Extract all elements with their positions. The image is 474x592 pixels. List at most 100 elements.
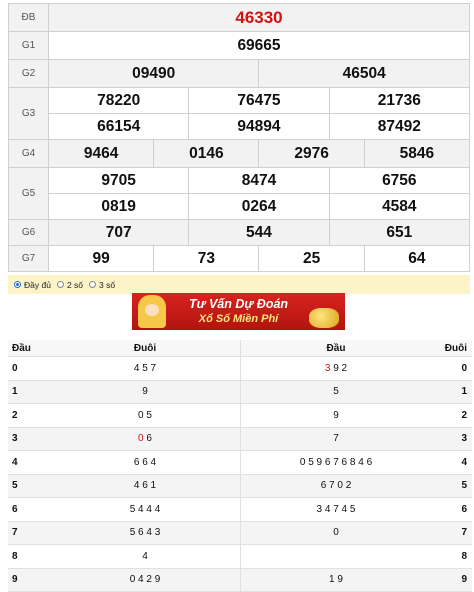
header-duoi-2: Đuôi — [431, 340, 472, 357]
option-two-label: 2 số — [66, 279, 84, 290]
tail-digit: 1 — [431, 380, 472, 404]
head-digits: 0 — [240, 521, 431, 545]
head-digit: 6 — [8, 497, 50, 522]
tail-digits: 6 6 4 — [50, 450, 241, 475]
head-digits: 5 — [240, 380, 431, 404]
prize-number: 87492 — [328, 113, 471, 140]
results-table: ĐB 46330 G1 69665 G2 09490 46504 G3 7822… — [8, 3, 471, 272]
prize-row-g5: G5 9705 8474 6756 — [8, 167, 471, 220]
option-two-digits[interactable]: 2 số — [56, 279, 84, 290]
prize-number: 21736 — [328, 87, 471, 114]
lotto-head-tail-table: Đầu Đuôi Đầu Đuôi 0 4 5 7 3 9 2 0 1 9 5 … — [8, 340, 472, 592]
option-full[interactable]: Đầy đủ — [14, 280, 51, 290]
head-digits: 3 4 7 4 5 — [240, 497, 431, 522]
head-digit: 9 — [8, 568, 50, 592]
option-three-digits[interactable]: 3 số — [89, 280, 115, 290]
tail-digit: 9 — [431, 568, 472, 592]
radio-icon[interactable] — [89, 281, 97, 288]
radio-icon[interactable] — [56, 281, 64, 288]
prize-row-g3: G3 78220 76475 21736 — [8, 87, 471, 140]
head-digit: 4 — [8, 450, 50, 475]
prize-number: 9464 — [47, 139, 155, 168]
prize-number: 544 — [188, 219, 330, 246]
prize-row-g5b: 0819 0264 4584 — [9, 193, 471, 220]
head-digits — [240, 544, 431, 569]
tail-digit: 5 — [431, 474, 472, 498]
tail-digit: 3 — [431, 427, 472, 451]
display-options-bar: Đầy đủ 2 số 3 số — [8, 275, 470, 294]
tail-digits: 4 5 7 — [50, 356, 241, 381]
head-digit: 0 — [8, 356, 50, 381]
prize-number: 99 — [47, 245, 155, 272]
prize-number: 0819 — [47, 193, 190, 220]
tail-digits: 0 4 2 9 — [50, 568, 241, 592]
prediction-banner[interactable]: Tư Vấn Dự Đoán Xổ Số Miền Phí — [132, 293, 345, 330]
tail-digits: 0 6 — [50, 427, 241, 451]
prize-number: 651 — [328, 219, 471, 246]
tail-digit: 0 — [431, 356, 472, 381]
prize-number: 5846 — [363, 139, 471, 168]
option-full-label: Đầy đủ — [24, 279, 51, 290]
prize-number: 9705 — [47, 167, 190, 194]
prize-number: 73 — [153, 245, 260, 272]
prize-label: G6 — [8, 219, 49, 246]
prize-label: G2 — [8, 59, 49, 88]
prize-number: 66154 — [47, 113, 190, 140]
header-dau-2: Đầu — [240, 340, 431, 357]
head-digit: 8 — [8, 544, 50, 569]
prize-label: G1 — [8, 31, 49, 60]
prize-label: G3 — [8, 87, 49, 140]
prize-row-g7: G7 99 73 25 64 — [8, 245, 471, 272]
lotto-row: 3 0 6 7 3 — [8, 427, 472, 451]
head-digit: 1 — [8, 380, 50, 404]
head-digits: 0 5 9 6 7 6 8 4 6 — [240, 450, 431, 475]
prize-number: 94894 — [188, 113, 330, 140]
prize-row-db: ĐB 46330 — [8, 3, 470, 32]
tail-digits: 0 5 — [50, 403, 241, 428]
tail-digits: 4 6 1 — [50, 474, 241, 498]
header-dau: Đầu — [8, 340, 50, 357]
head-digits: 9 — [240, 403, 431, 428]
head-digit: 7 — [8, 521, 50, 545]
banner-subtitle: Xổ Số Miền Phí — [198, 313, 279, 325]
prize-number: 46504 — [258, 59, 470, 88]
lotto-row: 6 5 4 4 4 3 4 7 4 5 6 — [8, 497, 472, 522]
lotto-row: 4 6 6 4 0 5 9 6 7 6 8 4 6 4 — [8, 450, 472, 475]
banner-title: Tư Vấn Dự Đoán — [188, 297, 289, 311]
radio-selected-icon[interactable] — [14, 281, 21, 288]
prize-number: 76475 — [188, 87, 330, 114]
tail-digit: 4 — [431, 450, 472, 475]
digits: 6 — [143, 433, 152, 445]
lotto-row: 0 4 5 7 3 9 2 0 — [8, 356, 472, 381]
tail-digits: 5 6 4 3 — [50, 521, 241, 545]
prize-number: 707 — [47, 219, 190, 246]
prize-number: 64 — [363, 245, 471, 272]
prize-row-g6: G6 707 544 651 — [8, 219, 471, 246]
lotto-row: 9 0 4 2 9 1 9 9 — [8, 568, 472, 592]
tail-digit: 2 — [431, 403, 472, 428]
head-digit: 2 — [8, 403, 50, 428]
lotto-row: 7 5 6 4 3 0 7 — [8, 521, 472, 545]
digits: 9 2 — [330, 362, 348, 374]
prize-number: 78220 — [47, 87, 190, 114]
head-digits: 3 9 2 — [240, 356, 431, 381]
lotto-row: 2 0 5 9 2 — [8, 403, 472, 428]
prize-number: 2976 — [258, 139, 365, 168]
prize-row-g1: G1 69665 — [8, 31, 470, 60]
header-duoi: Đuôi — [50, 340, 241, 357]
prize-number: 6756 — [328, 167, 471, 194]
prize-row-g2: G2 09490 46504 — [8, 59, 470, 88]
prize-label: ĐB — [8, 3, 49, 32]
prize-row-g4: G4 9464 0146 2976 5846 — [8, 139, 471, 168]
lotto-row: 5 4 6 1 6 7 0 2 5 — [8, 474, 472, 498]
head-digits: 6 7 0 2 — [240, 474, 431, 498]
prize-label: G4 — [8, 139, 49, 168]
head-digit: 3 — [8, 427, 50, 451]
tail-digit: 6 — [431, 497, 472, 522]
prize-number: 09490 — [47, 59, 260, 88]
prize-label: G7 — [8, 245, 49, 272]
tail-digits: 9 — [50, 380, 241, 404]
lotto-row: 1 9 5 1 — [8, 380, 472, 404]
prize-number: 0146 — [153, 139, 260, 168]
prize-label: G5 — [8, 167, 49, 220]
